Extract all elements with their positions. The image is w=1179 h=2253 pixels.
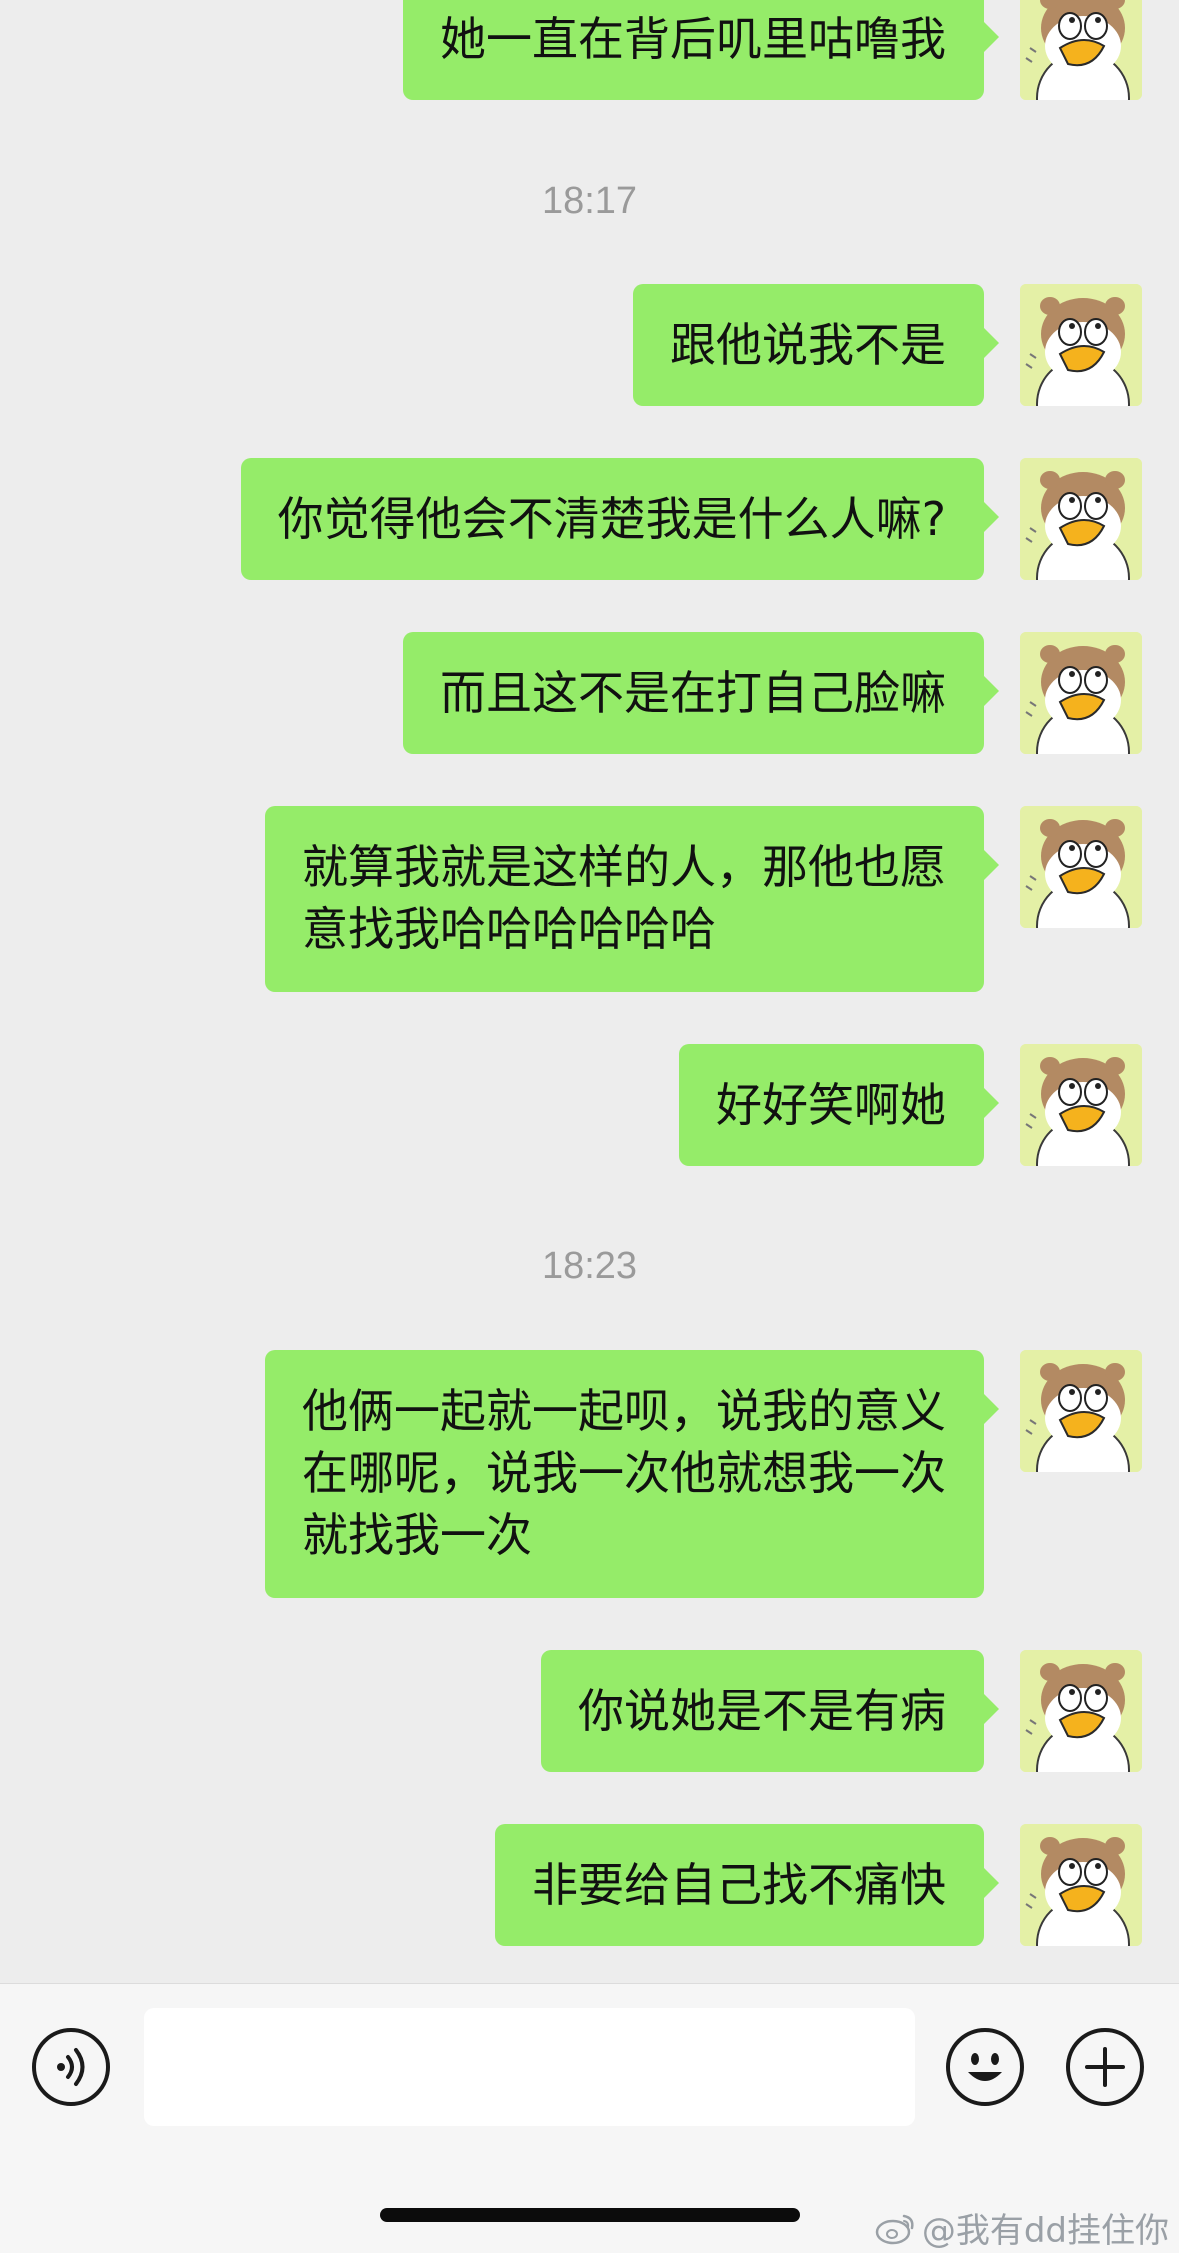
home-indicator [380,2208,800,2222]
chat-area[interactable]: 她一直在背后叽里咕噜我 18:17 跟他说我不是 你觉得他会不清楚我是什么人嘛?… [0,0,1179,1983]
avatar[interactable] [1020,806,1142,928]
message-bubble[interactable]: 而且这不是在打自己脸嘛 [403,632,999,754]
avatar-duck-icon [1020,458,1142,580]
weibo-logo-icon [875,2214,914,2244]
voice-button[interactable] [32,2028,110,2106]
timestamp: 18:17 [541,180,638,222]
avatar[interactable] [1020,0,1142,100]
message-row: 你说她是不是有病 [0,1650,1179,1772]
message-bubble[interactable]: 就算我就是这样的人，那他也愿 意找我哈哈哈哈哈哈 [265,806,999,992]
message-bubble[interactable]: 非要给自己找不痛快 [495,1824,999,1946]
message-row: 就算我就是这样的人，那他也愿 意找我哈哈哈哈哈哈 [0,806,1179,992]
avatar[interactable] [1020,458,1142,580]
avatar-duck-icon [1020,1350,1142,1472]
message-bubble[interactable]: 你说她是不是有病 [541,1650,999,1772]
avatar-duck-icon [1020,284,1142,406]
avatar[interactable] [1020,1044,1142,1166]
message-bubble[interactable]: 你觉得他会不清楚我是什么人嘛? [240,458,1000,580]
avatar[interactable] [1020,1350,1142,1472]
avatar-duck-icon [1020,1824,1142,1946]
plus-button[interactable] [1066,2028,1144,2106]
message-bubble[interactable]: 好好笑啊她 [679,1044,999,1166]
message-row: 跟他说我不是 [0,284,1179,406]
avatar-duck-icon [1020,1044,1142,1166]
message-row: 你觉得他会不清楚我是什么人嘛? [0,458,1179,580]
voice-input-icon [57,2048,85,2086]
plus-icon [1085,2047,1125,2087]
message-bubble[interactable]: 跟他说我不是 [633,284,999,406]
message-row: 他俩一起就一起呗，说我的意义 在哪呢，说我一次他就想我一次 就找我一次 [0,1350,1179,1598]
message-row: 非要给自己找不痛快 [0,1824,1179,1946]
watermark-text: @我有dd挂住你 [921,2211,1169,2251]
avatar[interactable] [1020,632,1142,754]
watermark: @我有dd挂住你 [874,2203,1169,2252]
emoji-icon [968,2053,1002,2081]
message-bubble[interactable]: 他俩一起就一起呗，说我的意义 在哪呢，说我一次他就想我一次 就找我一次 [265,1350,999,1598]
emoji-button[interactable] [946,2028,1024,2106]
avatar-duck-icon [1020,632,1142,754]
avatar-duck-icon [1020,0,1142,100]
message-row: 她一直在背后叽里咕噜我 [0,0,1179,100]
avatar[interactable] [1020,1824,1142,1946]
message-bubble[interactable]: 她一直在背后叽里咕噜我 [403,0,999,100]
avatar[interactable] [1020,1650,1142,1772]
message-input[interactable] [144,2008,915,2126]
avatar-duck-icon [1020,806,1142,928]
message-row: 好好笑啊她 [0,1044,1179,1166]
message-row: 而且这不是在打自己脸嘛 [0,632,1179,754]
avatar[interactable] [1020,284,1142,406]
timestamp: 18:23 [541,1245,638,1287]
avatar-duck-icon [1020,1650,1142,1772]
